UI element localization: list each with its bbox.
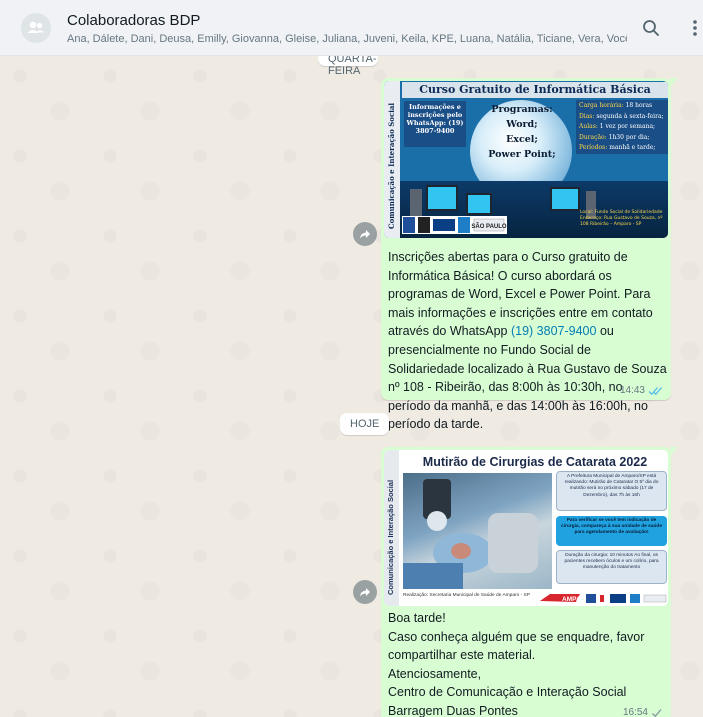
search-icon[interactable] — [640, 17, 662, 39]
group-avatar[interactable] — [21, 13, 51, 43]
monitor-shape — [550, 187, 580, 211]
poster-title: Mutirão de Cirurgias de Catarata 2022 — [422, 455, 648, 469]
schedule-key: Períodos: — [579, 144, 608, 151]
poster-image[interactable]: Comunicação e Interação Social Mutirão d… — [384, 450, 668, 606]
poster-programs: Programas: Word; Excel; Power Point; — [479, 102, 565, 162]
schedule-value: 18 horas — [625, 102, 653, 109]
message-line: Caso conheça alguém que se enquadre, fav… — [388, 629, 645, 663]
tower-shape — [410, 189, 422, 219]
poster-side-text: Comunicação e Interação Social — [387, 102, 396, 229]
single-check-icon — [652, 708, 662, 717]
schedule-value: manhã e tarde; — [609, 144, 656, 151]
poster-image[interactable]: Comunicação e Interação Social Curso Gra… — [384, 81, 668, 238]
chat-area[interactable]: QUARTA-FEIRA Comunicação e Interação Soc… — [0, 56, 703, 717]
monitor-shape — [426, 185, 458, 211]
bubble-tail — [670, 78, 678, 87]
message-meta: 16:54 — [623, 707, 663, 717]
poster-title: Curso Gratuito de Informática Básica — [402, 82, 668, 98]
poster-side-text: Comunicação e Interação Social — [386, 479, 395, 595]
message-line: Boa tarde! — [388, 611, 446, 625]
message-bubble[interactable]: Comunicação e Interação Social Curso Gra… — [381, 78, 678, 431]
phone-link[interactable]: (19) 3807-9400 — [511, 324, 596, 338]
poster-schedule-box: Carga horária: 18 horas Dias: segunda à … — [576, 100, 668, 154]
schedule-key: Dias: — [579, 112, 595, 120]
message-line: Atenciosamente, — [388, 666, 482, 681]
poster-info-box: Informações e inscrições pelo WhatsApp: … — [404, 101, 466, 147]
poster-side-banner: Comunicação e Interação Social — [384, 81, 400, 238]
schedule-key: Duração: — [579, 133, 607, 141]
poster-info-box: Para verificar se você tem indicação de … — [556, 516, 667, 546]
forward-button[interactable] — [353, 580, 377, 604]
schedule-row: Aulas: 1 vez por semana; — [579, 122, 665, 133]
chat-header: Colaboradoras BDP Ana, Dálete, Dani, Deu… — [0, 0, 703, 56]
forward-button[interactable] — [353, 222, 377, 246]
message-bubble[interactable]: Comunicação e Interação Social Mutirão d… — [381, 447, 678, 717]
poster-side-banner: Comunicação e Interação Social — [384, 450, 399, 606]
bubble-tail — [670, 447, 678, 456]
schedule-value: 1h30 por dia; — [608, 133, 650, 141]
programs-label: Programas: — [491, 104, 553, 115]
poster-info-box: Duração da cirurgia: 10 minutos Ao final… — [556, 550, 667, 584]
message-text: Boa tarde! Caso conheça alguém que se en… — [388, 609, 668, 717]
program-item: Word; — [506, 119, 538, 130]
schedule-row: Duração: 1h30 por dia; — [579, 133, 665, 144]
message-text: Inscrições abertas para o Curso gratuito… — [388, 248, 668, 434]
poster-address: Local: Fundo Social de Solidariedade End… — [580, 210, 663, 227]
sponsor-logo-text: SÃO PAULO — [471, 223, 507, 230]
program-item: Power Point; — [488, 149, 556, 160]
surgery-photo — [403, 473, 552, 589]
message-time: 14:43 — [619, 385, 645, 396]
double-check-icon — [648, 386, 662, 395]
group-name[interactable]: Colaboradoras BDP — [67, 12, 200, 29]
sponsor-logos: SÃO PAULO — [402, 216, 507, 234]
group-icon — [27, 21, 45, 33]
forward-icon — [360, 230, 370, 239]
group-members[interactable]: Ana, Dálete, Dani, Deusa, Emilly, Giovan… — [67, 33, 627, 45]
schedule-key: Aulas: — [579, 123, 598, 130]
schedule-row: Carga horária: 18 horas — [579, 101, 665, 112]
program-item: Excel; — [506, 134, 538, 145]
sponsor-logos: AMPARO — [540, 591, 668, 603]
poster-info-box: A Prefeitura Municipal de Amparo/SP está… — [556, 471, 667, 511]
schedule-value: 1 vez por semana; — [599, 123, 656, 130]
kebab-menu-icon[interactable] — [684, 17, 703, 39]
message-time: 16:54 — [622, 707, 648, 717]
message-line: Centro de Comunicação e Interação Social — [388, 685, 627, 700]
forward-icon — [360, 588, 370, 597]
schedule-key: Carga horária: — [579, 102, 624, 109]
schedule-value: segunda à sexta-feira; — [596, 112, 664, 120]
poster-footer: Realização: Secretaria Municipal de Saúd… — [403, 593, 530, 598]
message-meta: 14:43 — [620, 385, 663, 396]
date-separator: QUARTA-FEIRA — [318, 56, 378, 77]
monitor-shape — [466, 193, 492, 215]
schedule-row: Dias: segunda à sexta-feira; — [579, 112, 665, 123]
schedule-row: Períodos: manhã e tarde; — [579, 143, 665, 154]
message-text-part: ou presencialmente no Fundo Social de So… — [388, 324, 667, 432]
date-separator-today: HOJE — [340, 413, 390, 435]
